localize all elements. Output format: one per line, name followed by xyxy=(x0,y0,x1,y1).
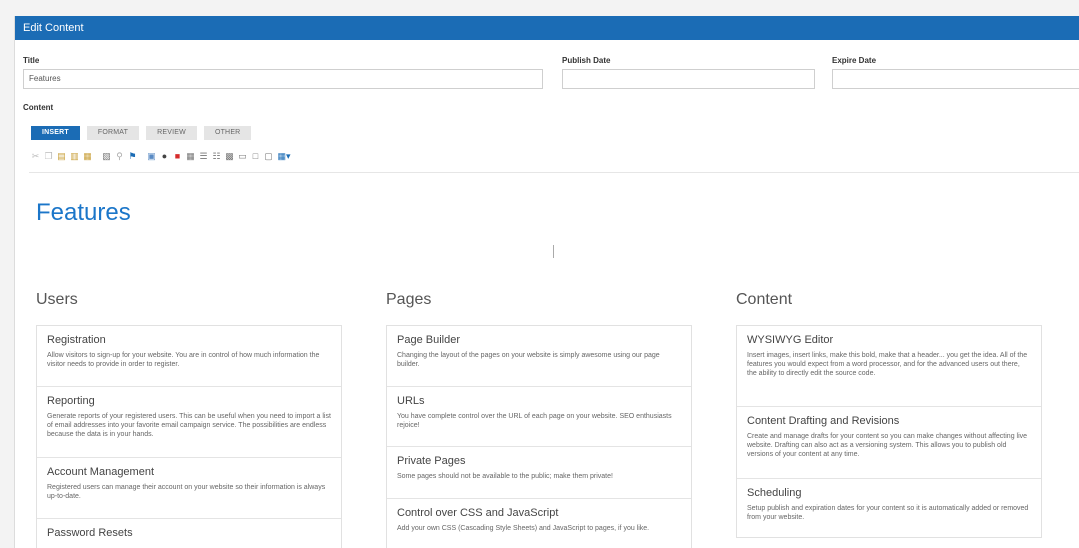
expire-date-input[interactable] xyxy=(832,69,1079,89)
users-column-title: Users xyxy=(36,291,78,308)
content-column-title: Content xyxy=(736,291,793,308)
item-title: Password Resets xyxy=(47,527,133,539)
table-icon[interactable]: ▦ xyxy=(186,151,195,161)
list-item: Scheduling Setup publish and expiration … xyxy=(737,479,1041,537)
content-card: WYSIWYG Editor Insert images, insert lin… xyxy=(736,325,1042,538)
list-item: Content Drafting and Revisions Create an… xyxy=(737,407,1041,479)
paste-special-icon[interactable]: ▧ xyxy=(102,151,111,161)
list-item: Account Management Registered users can … xyxy=(37,458,341,519)
publish-date-label: Publish Date xyxy=(562,56,611,65)
item-title: Registration xyxy=(47,334,106,346)
pages-card: Page Builder Changing the layout of the … xyxy=(386,325,692,548)
item-title: Private Pages xyxy=(397,455,466,467)
editor-toolbar: ✂ ❐ ▤ ▥ ▦ ▧ ⚲ ⚑ ▣ ● ■ ▦ ☰ ☷ ▩ ▭ □ ▢ ▦▾ xyxy=(31,151,295,161)
toolbar-divider xyxy=(29,172,1079,173)
anchor-flag-icon[interactable]: ⚑ xyxy=(128,151,137,161)
item-title: URLs xyxy=(397,395,425,407)
item-description: You have complete control over the URL o… xyxy=(397,413,672,429)
tab-other[interactable]: OTHER xyxy=(203,126,252,140)
template-icon[interactable]: ▩ xyxy=(225,151,234,161)
list-item: URLs You have complete control over the … xyxy=(387,387,691,447)
edit-content-panel: Edit Content Title Features Publish Date… xyxy=(14,16,1079,548)
copy-icon[interactable]: ❐ xyxy=(44,151,53,161)
image-icon[interactable]: ▣ xyxy=(147,151,156,161)
list-item: Password Resets xyxy=(37,519,341,548)
text-cursor xyxy=(553,245,554,258)
item-title: Reporting xyxy=(47,395,95,407)
media-icon[interactable]: ■ xyxy=(173,151,182,161)
list-item: WYSIWYG Editor Insert images, insert lin… xyxy=(737,326,1041,407)
tab-insert[interactable]: INSERT xyxy=(31,126,80,140)
horizontal-rule-icon[interactable]: ☷ xyxy=(212,151,221,161)
editor-tabs: INSERT FORMAT REVIEW OTHER xyxy=(31,126,258,140)
tab-review[interactable]: REVIEW xyxy=(146,126,197,140)
title-label: Title xyxy=(23,56,40,65)
iframe-icon[interactable]: ▭ xyxy=(238,151,247,161)
item-description: Create and manage drafts for your conten… xyxy=(747,433,1028,458)
embed-icon[interactable]: ▢ xyxy=(264,151,273,161)
list-item: Registration Allow visitors to sign-up f… xyxy=(37,326,341,387)
cut-icon[interactable]: ✂ xyxy=(31,151,40,161)
pages-column-title: Pages xyxy=(386,291,432,308)
item-description: Setup publish and expiration dates for y… xyxy=(747,505,1029,521)
item-description: Generate reports of your registered user… xyxy=(47,413,331,438)
item-description: Add your own CSS (Cascading Style Sheets… xyxy=(397,525,650,532)
paste-text-icon[interactable]: ▥ xyxy=(70,151,79,161)
item-title: Account Management xyxy=(47,466,155,478)
item-title: Control over CSS and JavaScript xyxy=(397,507,559,519)
publish-date-input[interactable] xyxy=(562,69,815,89)
item-title: Content Drafting and Revisions xyxy=(747,415,900,427)
box-icon[interactable]: □ xyxy=(251,151,260,161)
expire-date-label: Expire Date xyxy=(832,56,877,65)
list-item: Control over CSS and JavaScript Add your… xyxy=(387,499,691,548)
tab-format[interactable]: FORMAT xyxy=(86,126,140,140)
find-icon[interactable]: ⚲ xyxy=(115,151,124,161)
features-heading: Features xyxy=(36,199,131,226)
item-description: Allow visitors to sign-up for your websi… xyxy=(47,352,320,368)
panel-header: Edit Content xyxy=(15,16,1079,40)
list-item: Page Builder Changing the layout of the … xyxy=(387,326,691,387)
insert-row-icon[interactable]: ☰ xyxy=(199,151,208,161)
paste-icon[interactable]: ▤ xyxy=(57,151,66,161)
content-label: Content xyxy=(23,103,54,112)
list-item: Reporting Generate reports of your regis… xyxy=(37,387,341,458)
item-description: Changing the layout of the pages on your… xyxy=(397,352,660,368)
title-input[interactable]: Features xyxy=(23,69,543,89)
list-item: Private Pages Some pages should not be a… xyxy=(387,447,691,499)
item-description: Insert images, insert links, make this b… xyxy=(747,352,1028,377)
users-card: Registration Allow visitors to sign-up f… xyxy=(36,325,342,548)
lock-icon[interactable]: ● xyxy=(160,151,169,161)
paste-word-icon[interactable]: ▦ xyxy=(83,151,92,161)
item-title: Page Builder xyxy=(397,334,460,346)
item-description: Registered users can manage their accoun… xyxy=(47,484,326,500)
item-description: Some pages should not be available to th… xyxy=(397,473,613,480)
item-title: Scheduling xyxy=(747,487,802,499)
grid-dropdown-icon[interactable]: ▦▾ xyxy=(277,151,291,161)
item-title: WYSIWYG Editor xyxy=(747,334,834,346)
